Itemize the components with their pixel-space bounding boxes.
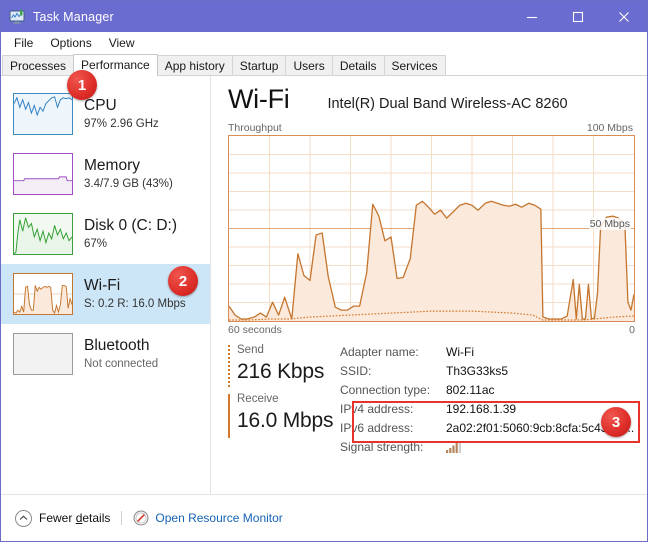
chart-caption: Throughput 100 Mbps	[228, 122, 635, 134]
receive-block: Receive 16.0 Mbps	[228, 392, 340, 438]
throughput-chart: 50 Mbps	[228, 135, 635, 322]
sidebar-item-bluetooth[interactable]: Bluetooth Not connected	[1, 324, 210, 384]
stats-area: Send 216 Kbps Receive 16.0 Mbps Adapter …	[228, 343, 640, 459]
info-key: Adapter name:	[340, 345, 419, 359]
tab-users[interactable]: Users	[285, 55, 333, 76]
task-manager-window: Task Manager File Options View Processes…	[0, 0, 648, 542]
cpu-thumbnail-graph	[13, 93, 73, 135]
info-key: IPv6 address:	[340, 421, 414, 435]
callout-badge-3: 3	[601, 407, 631, 437]
chart-x-zero: 0	[629, 324, 635, 336]
sidebar-item-cpu[interactable]: CPU 97% 2.96 GHz	[1, 84, 210, 144]
info-key: SSID:	[340, 364, 372, 378]
sidebar-item-label: CPU	[84, 96, 117, 114]
sidebar-item-label: Disk 0 (C: D:)	[84, 216, 177, 234]
fewer-details-button[interactable]: Fewer details	[39, 511, 110, 525]
maximize-button[interactable]	[555, 1, 601, 32]
sidebar-item-sublabel: 3.4/7.9 GB (43%)	[84, 177, 173, 190]
window-title: Task Manager	[33, 9, 114, 24]
info-value: 192.168.1.39	[446, 402, 517, 416]
tab-processes[interactable]: Processes	[2, 55, 75, 76]
sidebar-item-sublabel: 97% 2.96 GHz	[84, 117, 159, 130]
info-row: Connection type: 802.11ac	[340, 383, 635, 402]
info-row-signal: Signal strength:	[340, 440, 635, 459]
info-key: Connection type:	[340, 383, 431, 397]
menu-item-file[interactable]: File	[9, 34, 42, 52]
send-color-bar	[228, 345, 230, 389]
sidebar-item-memory[interactable]: Memory 3.4/7.9 GB (43%)	[1, 144, 210, 204]
sidebar-item-sublabel: 67%	[84, 237, 108, 250]
menu-bar: File Options View	[1, 32, 647, 54]
adapter-model-label: Intel(R) Dual Band Wireless-AC 8260	[327, 96, 568, 112]
wifi-detail-panel: Wi-Fi Intel(R) Dual Band Wireless-AC 826…	[212, 76, 647, 494]
info-key: IPv4 address:	[340, 402, 414, 416]
send-block: Send 216 Kbps	[228, 343, 340, 389]
chart-footer: 60 seconds 0	[228, 324, 635, 336]
receive-label: Receive	[237, 393, 279, 405]
info-row-ipv6: IPv6 address: 2a02:2f01:5060:9cb:8cfa:5c…	[340, 421, 635, 440]
wifi-thumbnail-graph	[13, 273, 73, 315]
content-body: CPU 97% 2.96 GHz Memory 3.4/7.9 GB (43%)	[1, 76, 647, 494]
panel-header: Wi-Fi Intel(R) Dual Band Wireless-AC 826…	[228, 82, 635, 120]
receive-color-bar	[228, 394, 230, 438]
callout-badge-2: 2	[168, 266, 198, 296]
menu-item-view[interactable]: View	[104, 34, 144, 52]
chevron-up-icon[interactable]	[15, 509, 32, 527]
info-value: Th3G33ks5	[446, 364, 509, 378]
chart-x-label: 60 seconds	[228, 324, 282, 336]
sidebar-item-disk[interactable]: Disk 0 (C: D:) 67%	[1, 204, 210, 264]
sidebar-item-label: Memory	[84, 156, 140, 174]
receive-value: 16.0 Mbps	[237, 409, 334, 432]
fewer-details-pre: Fewer	[39, 511, 76, 525]
minimize-button[interactable]	[509, 1, 555, 32]
chart-y-mid: 50 Mbps	[588, 218, 631, 230]
callout-badge-1: 1	[67, 70, 97, 100]
sidebar-memory-text: Memory 3.4/7.9 GB (43%)	[84, 157, 173, 192]
status-divider	[121, 511, 123, 525]
tab-startup[interactable]: Startup	[231, 55, 287, 76]
info-row: Adapter name: Wi-Fi	[340, 345, 635, 364]
sidebar-item-label: Bluetooth	[84, 336, 150, 354]
signal-bars-icon	[446, 441, 461, 456]
window-controls	[509, 1, 647, 32]
close-button[interactable]	[601, 1, 647, 32]
send-value: 216 Kbps	[237, 360, 325, 383]
sidebar-item-sublabel: Not connected	[84, 357, 159, 370]
sidebar-bluetooth-text: Bluetooth Not connected	[84, 337, 158, 372]
info-row-ipv4: IPv4 address: 192.168.1.39	[340, 402, 635, 421]
chart-y-max: 100 Mbps	[586, 122, 633, 134]
tab-strip: Processes Performance App history Startu…	[1, 54, 647, 76]
sidebar-item-sublabel: S: 0.2 R: 16.0 Mbps	[84, 297, 186, 310]
send-receive-column: Send 216 Kbps Receive 16.0 Mbps	[228, 343, 340, 459]
disk-thumbnail-graph	[13, 213, 73, 255]
task-manager-icon	[9, 9, 25, 25]
fewer-details-post: etails	[82, 511, 111, 525]
status-bar: Fewer details Open Resource Monitor	[1, 494, 647, 541]
sidebar-cpu-text: CPU 97% 2.96 GHz	[84, 97, 159, 132]
chart-y-title: Throughput	[228, 122, 282, 134]
tab-details[interactable]: Details	[331, 55, 385, 76]
bluetooth-thumbnail-graph	[13, 333, 73, 375]
sidebar-disk-text: Disk 0 (C: D:) 67%	[84, 217, 177, 252]
tab-services[interactable]: Services	[383, 55, 446, 76]
info-row: SSID: Th3G33ks5	[340, 364, 635, 383]
resource-monitor-icon	[133, 510, 149, 526]
memory-thumbnail-graph	[13, 153, 73, 195]
info-value: Wi-Fi	[446, 345, 474, 359]
page-title: Wi-Fi	[228, 84, 290, 114]
info-key: Signal strength:	[340, 440, 424, 454]
throughput-chart-svg	[229, 136, 634, 321]
info-value: 802.11ac	[446, 383, 495, 397]
send-label: Send	[237, 344, 264, 356]
title-bar: Task Manager	[1, 1, 647, 32]
open-resource-monitor-link[interactable]: Open Resource Monitor	[155, 511, 282, 525]
menu-item-options[interactable]: Options	[45, 34, 100, 52]
signal-strength-value	[446, 440, 461, 456]
adapter-info-column: Adapter name: Wi-Fi SSID: Th3G33ks5 Conn…	[340, 343, 635, 459]
tab-app-history[interactable]: App history	[156, 55, 233, 76]
